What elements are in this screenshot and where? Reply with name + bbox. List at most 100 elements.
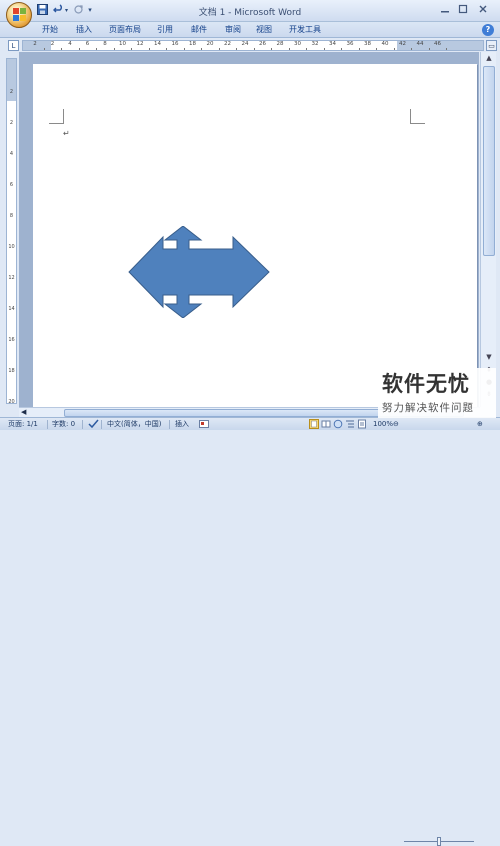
ruler-tick — [428, 48, 430, 50]
document-area: ↵ — [19, 52, 479, 409]
customize-qat-icon[interactable]: ▾ — [86, 4, 94, 17]
ruler-tick — [358, 48, 360, 50]
ruler-tick — [288, 48, 290, 50]
ruler-number: 20 — [8, 399, 15, 405]
scroll-left-icon[interactable]: ◀ — [21, 408, 26, 417]
tab-insert[interactable]: 插入 — [76, 24, 92, 36]
view-ruler-icon[interactable]: ▭ — [486, 40, 497, 51]
ruler-number: 12 — [136, 41, 144, 47]
ruler-row: L 2 2 4 6 8 10 12 14 16 18 20 22 24 26 28 30 32 34 36 38 40 4… — [0, 38, 500, 52]
vertical-scrollbar[interactable]: ▲ ▼ ⇞ ● ⇟ — [480, 52, 496, 407]
ruler-tick — [218, 48, 220, 50]
ruler-tick — [131, 48, 133, 50]
tab-references[interactable]: 引用 — [157, 24, 173, 36]
full-screen-reading-view-icon[interactable] — [321, 419, 331, 433]
margin-corner-mark — [410, 109, 425, 124]
vertical-ruler[interactable]: 2 2 4 6 8 10 12 14 16 18 20 — [6, 58, 17, 405]
ruler-tick — [253, 48, 255, 50]
redo-icon[interactable] — [72, 4, 85, 17]
ruler-tick — [148, 48, 150, 50]
proofing-icon[interactable] — [88, 419, 99, 433]
site-watermark: 软件无忧 努力解决软件问题 — [378, 368, 496, 418]
four-way-arrow-shape[interactable] — [128, 226, 270, 318]
ruler-tick — [113, 48, 115, 50]
zoom-level[interactable]: 100% — [373, 419, 393, 430]
ruler-number: 2 — [9, 120, 14, 126]
title-bar: 文档 1 - Microsoft Word ▾ ▾ — [0, 0, 500, 22]
ruler-number: 14 — [154, 41, 161, 47]
insert-mode-status[interactable]: 插入 — [175, 419, 189, 430]
scroll-down-icon[interactable]: ▼ — [483, 352, 495, 363]
ruler-number: 12 — [8, 275, 15, 281]
status-divider — [82, 420, 83, 429]
ruler-tick — [446, 48, 448, 50]
status-bar: 页面: 1/1 字数: 0 中文(简体，中国) 插入 100% ⊖ ⊕ — [0, 417, 500, 846]
status-divider — [169, 420, 170, 429]
ruler-number: 42 — [399, 41, 406, 47]
print-layout-view-icon[interactable] — [309, 419, 319, 433]
tab-home[interactable]: 开始 — [42, 24, 58, 36]
ruler-number: 38 — [364, 41, 371, 47]
paragraph-mark: ↵ — [63, 129, 70, 138]
ruler-number: 16 — [8, 337, 15, 343]
ruler-left-margin — [23, 41, 51, 50]
save-icon[interactable] — [36, 4, 49, 17]
tab-page-layout[interactable]: 页面布局 — [109, 24, 141, 36]
draft-view-icon[interactable] — [357, 419, 367, 433]
outline-view-icon[interactable] — [345, 419, 355, 433]
maximize-icon[interactable] — [456, 4, 470, 16]
ruler-tick — [201, 48, 203, 50]
ruler-tick — [376, 48, 378, 50]
ruler-number: 44 — [416, 41, 424, 47]
ruler-number: 32 — [311, 41, 319, 47]
ruler-number: 46 — [434, 41, 441, 47]
watermark-title: 软件无忧 — [382, 372, 470, 396]
ruler-number: 26 — [259, 41, 266, 47]
ruler-number: 4 — [9, 151, 14, 157]
tab-developer[interactable]: 开发工具 — [289, 24, 321, 36]
zoom-slider-thumb[interactable] — [437, 837, 441, 846]
ruler-tick — [166, 48, 168, 50]
ruler-tick — [236, 48, 238, 50]
language-status[interactable]: 中文(简体，中国) — [107, 419, 161, 430]
zoom-in-icon[interactable]: ⊕ — [477, 419, 483, 430]
horizontal-ruler[interactable]: 2 2 4 6 8 10 12 14 16 18 20 22 24 26 28 30 32 34 36 38 40 42 4… — [22, 40, 484, 51]
ruler-tick — [61, 48, 63, 50]
ruler-number: 6 — [85, 41, 90, 47]
status-divider — [47, 420, 48, 429]
office-logo-icon — [13, 8, 27, 22]
ruler-tick — [43, 48, 45, 50]
minimize-icon[interactable] — [438, 4, 452, 16]
close-icon[interactable] — [476, 4, 490, 16]
ruler-number: 8 — [9, 213, 14, 219]
undo-dropdown-icon[interactable]: ▾ — [63, 4, 70, 17]
zoom-out-icon[interactable]: ⊖ — [393, 419, 399, 430]
ruler-number: 22 — [224, 41, 231, 47]
tab-review[interactable]: 审阅 — [225, 24, 241, 36]
ruler-number: 6 — [9, 182, 14, 188]
macro-recording-icon[interactable] — [199, 419, 209, 433]
scroll-up-icon[interactable]: ▲ — [483, 53, 495, 64]
help-icon[interactable]: ? — [482, 24, 494, 36]
ruler-number: 2 — [9, 89, 14, 95]
word-count-status[interactable]: 字数: 0 — [52, 419, 75, 430]
tab-stop-selector-icon[interactable]: L — [8, 40, 19, 51]
ruler-tick — [96, 48, 98, 50]
office-button[interactable] — [6, 2, 32, 28]
ruler-number: 4 — [68, 41, 72, 47]
ribbon-tab-bar: 开始 插入 页面布局 引用 邮件 审阅 视图 开发工具 ? — [0, 22, 500, 38]
ruler-tick — [271, 48, 273, 50]
margin-corner-mark — [49, 109, 64, 124]
page-count-status[interactable]: 页面: 1/1 — [8, 419, 38, 430]
ruler-number: 14 — [8, 306, 15, 312]
web-layout-view-icon[interactable] — [333, 419, 343, 433]
tab-mailings[interactable]: 邮件 — [191, 24, 207, 36]
vertical-scroll-thumb[interactable] — [483, 66, 495, 256]
document-page[interactable]: ↵ — [33, 64, 477, 409]
ruler-number: 30 — [294, 41, 301, 47]
tab-view[interactable]: 视图 — [256, 24, 272, 36]
ruler-tick — [323, 48, 325, 50]
ruler-tick — [306, 48, 308, 50]
ruler-number: 34 — [329, 41, 336, 47]
ruler-number: 2 — [50, 41, 55, 47]
